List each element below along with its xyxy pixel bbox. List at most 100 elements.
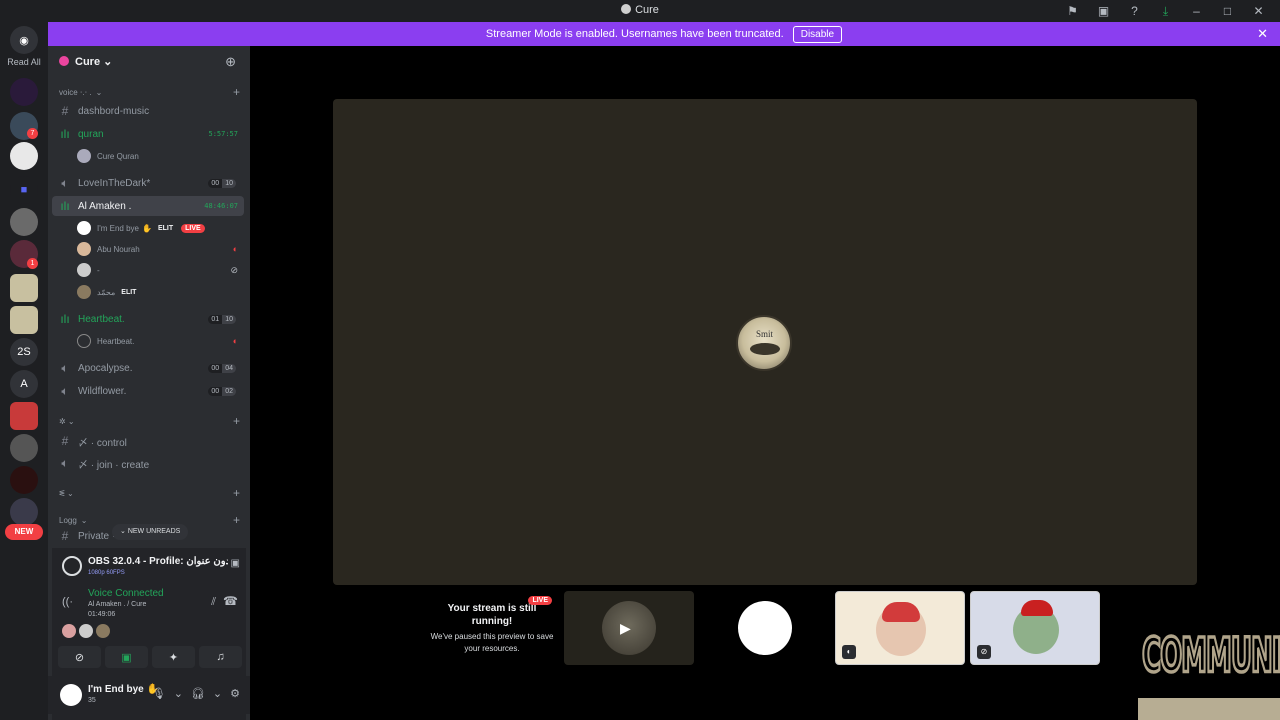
channel-join-create[interactable]: 🔈︎ 〆 · join · create (52, 453, 244, 473)
count-limit: 02 (222, 386, 236, 396)
screen-share-icon[interactable]: ▣ (105, 646, 148, 668)
user-name: Heartbeat. (97, 336, 135, 346)
server-icon[interactable] (10, 142, 38, 170)
folder-icon[interactable]: ■ (10, 176, 38, 204)
new-unreads-button[interactable]: ⌄ NEW UNREADS (112, 524, 189, 540)
channel-control[interactable]: # 〆 · control (52, 431, 244, 451)
banner-close-icon[interactable]: ✕ (1257, 22, 1268, 46)
server-icon[interactable] (10, 466, 38, 494)
chevron-down-icon[interactable]: ⌄ (174, 687, 183, 700)
channel-wildflower[interactable]: 🔈︎ Wildflower. 00 02 (52, 381, 244, 401)
server-icon[interactable] (10, 434, 38, 462)
create-channel-icon[interactable]: + (233, 486, 240, 500)
disc-shape (750, 343, 780, 355)
voice-user[interactable]: Heartbeat. ◐ (77, 331, 242, 351)
note-title: Your stream is still running! (447, 603, 537, 627)
help-icon[interactable]: ? (1119, 2, 1150, 20)
server-icon[interactable] (10, 274, 38, 302)
category-unnamed-2[interactable]: ᓬ ⌄ + (52, 483, 244, 503)
channel-al-amaken[interactable]: ılı Al Amaken . 48:46:07 (52, 196, 244, 216)
read-all-button[interactable]: Read All (0, 57, 48, 67)
new-unreads-label: NEW UNREADS (127, 528, 181, 535)
voice-activity-icon: ılı (60, 199, 70, 213)
soundboard-icon[interactable]: ♫ (199, 646, 242, 668)
channel-heartbeat[interactable]: ılı Heartbeat. 01 10 (52, 309, 244, 329)
title-bar-icons: ⚑ ▣ ? ⤓ – □ ✕ (1057, 2, 1274, 20)
channel-timer: 48:46:07 (204, 202, 238, 210)
app-icon (621, 4, 632, 14)
category-voice[interactable]: voice ‧.‧ . ⌄ + (52, 82, 244, 102)
voice-user[interactable]: Cure Quran (77, 146, 242, 166)
channel-apocalypse[interactable]: 🔈︎ Apocalypse. 00 04 (52, 358, 244, 378)
server-icon[interactable] (10, 208, 38, 236)
voice-user[interactable]: - ⊘ (77, 260, 242, 280)
settings-gear-icon[interactable]: ⚙ (230, 687, 240, 700)
inbox-icon[interactable]: ▣ (1088, 2, 1119, 20)
connected-avatars (62, 624, 110, 638)
create-channel-icon[interactable]: + (233, 85, 240, 99)
activity-card[interactable]: OBS 32.0.4 - Profile: بدون عنوان - Sce..… (58, 552, 242, 580)
discord-home-icon[interactable]: ◉ (10, 26, 38, 54)
invite-people-icon[interactable]: ⊕ (225, 54, 236, 70)
disconnect-icon[interactable]: ☎ (223, 594, 238, 608)
category-label: voice ‧.‧ . (59, 87, 92, 97)
muted-icon: ⊘ (977, 645, 991, 659)
camera-icon: ▶ (620, 620, 631, 636)
participant-tile[interactable]: ▶ (564, 591, 694, 665)
server-a[interactable]: A (10, 370, 38, 398)
microphone-icon[interactable]: 🎙︎ (152, 687, 166, 700)
voice-activity-icon: ılı (60, 127, 70, 141)
stream-area: Smit LIVE Your stream is still running! … (250, 46, 1280, 720)
server-icon[interactable] (10, 78, 38, 106)
avatar[interactable] (60, 684, 82, 706)
user-name-wrap[interactable]: I'm End bye ✋ (88, 684, 159, 695)
avatar (96, 624, 110, 638)
activities-icon[interactable]: ✦ (152, 646, 195, 668)
stream-quality: 1080p 60FPS (88, 570, 125, 576)
stream-stage[interactable]: Smit (333, 99, 1197, 585)
participant-tile[interactable] (699, 591, 829, 665)
new-pill[interactable]: NEW (5, 524, 43, 540)
server-icon[interactable] (10, 306, 38, 334)
create-channel-icon[interactable]: + (233, 414, 240, 428)
user-tag: ELIT (121, 288, 137, 296)
participant-tile[interactable]: ⊘ (970, 591, 1100, 665)
server-icon[interactable] (10, 498, 38, 526)
server-2s[interactable]: 2S (10, 338, 38, 366)
disable-button[interactable]: Disable (792, 26, 843, 43)
avatar (1013, 600, 1059, 654)
hash-icon: # (61, 434, 69, 448)
channel-quran[interactable]: ılı quran 5:57:57 (52, 124, 244, 144)
channel-name: 〆 · join · create (78, 459, 150, 471)
server-icon[interactable] (10, 402, 38, 430)
voice-status[interactable]: Voice Connected (88, 588, 164, 599)
stop-streaming-icon[interactable]: ▣ (231, 558, 240, 569)
voice-user[interactable]: Abu Nourah ◐ (77, 239, 242, 259)
deafened-icon: ◐ (232, 244, 238, 254)
user-count: 00 10 (208, 178, 236, 188)
inbox-flag-icon[interactable]: ⚑ (1057, 2, 1088, 20)
user-controls: 🎙︎ ⌄ 🎧︎ ⌄ ⚙ (152, 687, 240, 700)
signal-icon: ((· (62, 596, 73, 608)
guild-header[interactable]: Cure ⌄ ⊕ (48, 46, 250, 78)
voice-location[interactable]: Al Amaken . / Cure (88, 601, 146, 608)
avatar (77, 334, 91, 348)
category-unnamed[interactable]: ✲ ⌄ + (52, 411, 244, 431)
download-icon[interactable]: ⤓ (1150, 2, 1181, 20)
chevron-down-icon[interactable]: ⌄ (213, 687, 222, 700)
guild-name-wrap[interactable]: Cure ⌄ (59, 55, 112, 68)
noise-suppression-icon[interactable]: ⫽ (211, 596, 216, 609)
maximize-icon[interactable]: □ (1212, 2, 1243, 20)
user-name: I'm End bye (88, 684, 144, 695)
channel-loveinthedark[interactable]: 🔈︎ LoveInTheDark* 00 10 (52, 173, 244, 193)
count-current: 01 (208, 314, 223, 324)
participant-tile[interactable]: ◐ (835, 591, 965, 665)
voice-user[interactable]: I'm End bye ✋ ELIT LIVE (77, 218, 242, 238)
close-icon[interactable]: ✕ (1243, 2, 1274, 20)
camera-off-icon[interactable]: ⊘ (58, 646, 101, 668)
headphones-icon[interactable]: 🎧︎ (191, 687, 205, 700)
channel-dashbord-music[interactable]: # dashbord-music (52, 101, 244, 121)
create-channel-icon[interactable]: + (233, 513, 240, 527)
minimize-icon[interactable]: – (1181, 2, 1212, 20)
voice-user[interactable]: محمّد ELIT (77, 282, 242, 302)
